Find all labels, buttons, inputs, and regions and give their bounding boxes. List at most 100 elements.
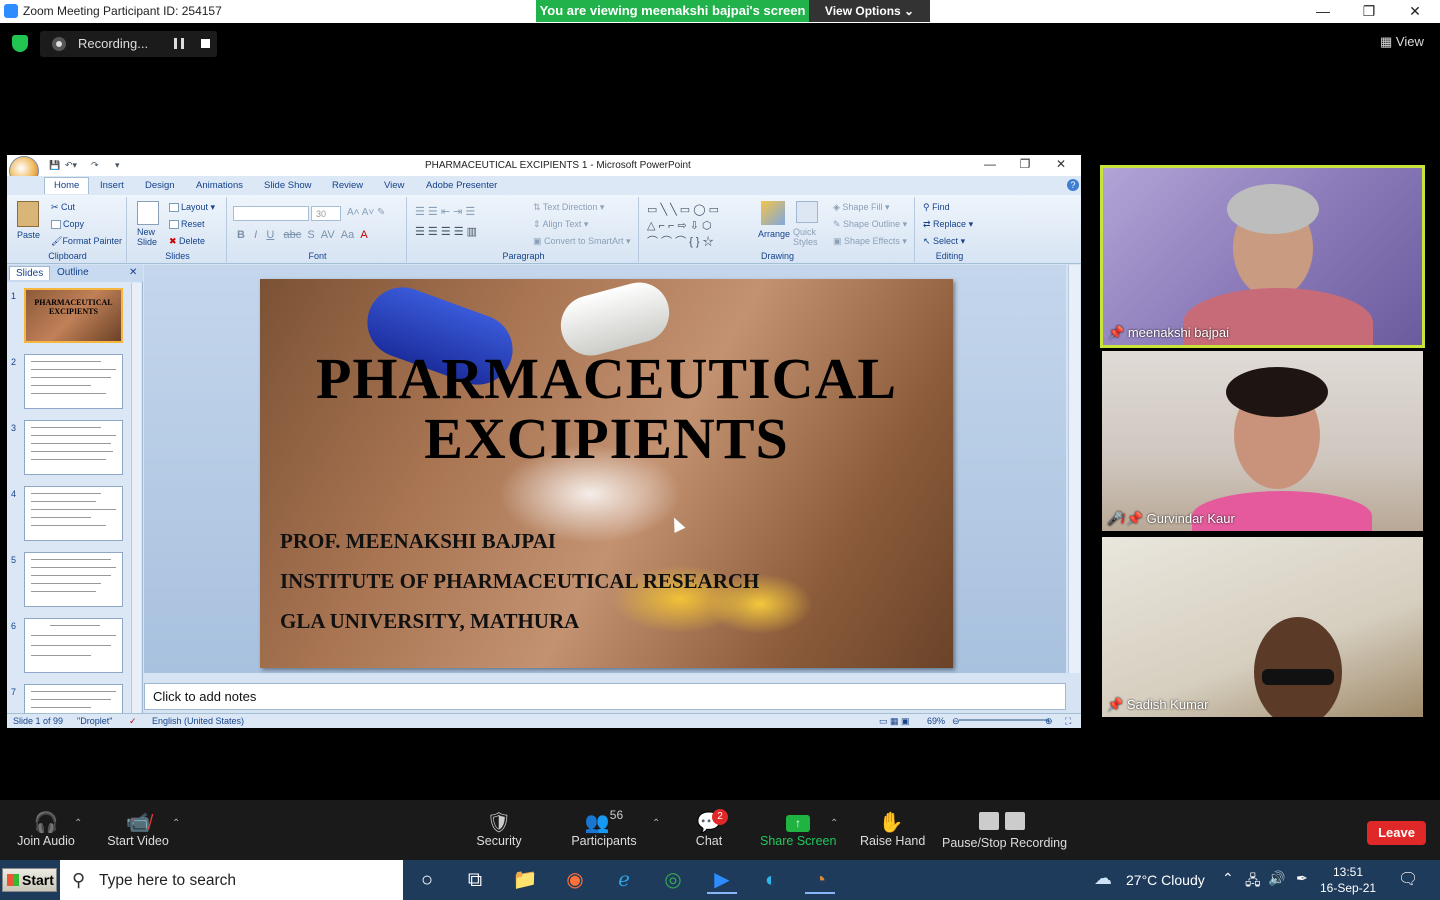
tab-home[interactable]: Home	[44, 177, 90, 194]
slide-thumbnail-7[interactable]	[24, 684, 123, 714]
zoom-out-icon[interactable]: ⊖	[952, 716, 960, 727]
chrome-icon[interactable]: ◎	[658, 866, 688, 894]
internet-explorer-icon[interactable]: ℯ	[609, 866, 639, 894]
tab-review[interactable]: Review	[332, 180, 363, 191]
maximize-button[interactable]: ❐	[1346, 1, 1392, 22]
arrange-icon[interactable]	[761, 201, 785, 225]
shape-fill-button[interactable]: ◈ Shape Fill ▾	[833, 202, 889, 213]
tab-insert[interactable]: Insert	[100, 180, 124, 191]
paste-icon[interactable]	[17, 201, 39, 227]
zoom-taskbar-icon[interactable]: ▶	[707, 866, 737, 894]
tab-slide-show[interactable]: Slide Show	[264, 180, 312, 191]
join-audio-button[interactable]: 🎧 Join Audio	[15, 800, 77, 848]
video-options-chevron-icon[interactable]: ⌃	[172, 818, 180, 829]
slide-institute[interactable]: INSTITUTE OF PHARMACEUTICAL RESEARCH	[280, 569, 759, 594]
stop-recording-icon[interactable]	[201, 39, 210, 48]
shape-outline-button[interactable]: ✎ Shape Outline ▾	[833, 219, 907, 230]
help-icon[interactable]: ?	[1067, 179, 1079, 191]
find-button[interactable]: ⚲ Find	[923, 202, 950, 213]
participant-video-1[interactable]: 📌 meenakshi bajpai	[1100, 165, 1425, 348]
slide-thumbnail-2[interactable]	[24, 354, 123, 409]
ppt-minimize-button[interactable]: —	[975, 157, 1005, 171]
slide-university[interactable]: GLA UNIVERSITY, MATHURA	[280, 609, 579, 634]
file-explorer-icon[interactable]: 📁	[510, 866, 540, 894]
font-format-icons[interactable]: B I U abc S AV Aa A	[237, 229, 368, 241]
align-text-button[interactable]: ⇕ Align Text ▾	[533, 219, 588, 230]
quick-styles-icon[interactable]	[796, 201, 818, 223]
ppt-restore-button[interactable]: ❐	[1010, 157, 1040, 171]
leave-button[interactable]: Leave	[1367, 821, 1426, 845]
view-options-button[interactable]: View Options ⌄	[809, 0, 930, 22]
copy-button[interactable]: Copy	[51, 219, 84, 230]
new-slide-icon[interactable]	[137, 201, 159, 225]
encryption-shield-icon[interactable]	[12, 35, 28, 52]
slides-pane-scrollbar[interactable]	[131, 283, 141, 713]
tab-animations[interactable]: Animations	[196, 180, 243, 191]
quick-styles-button[interactable]: Quick Styles	[793, 227, 821, 247]
tab-view[interactable]: View	[384, 180, 404, 191]
firefox-icon[interactable]: ◉	[560, 866, 590, 894]
volume-icon[interactable]: 🔊	[1268, 870, 1285, 887]
slide-thumbnail-6[interactable]	[24, 618, 123, 673]
align-icons[interactable]: ☰ ☰ ☰ ☰ ▥	[415, 225, 477, 238]
slide-thumbnail-3[interactable]	[24, 420, 123, 475]
pen-icon[interactable]: ✒	[1296, 870, 1308, 887]
convert-smartart-button[interactable]: ▣ Convert to SmartArt ▾	[533, 236, 631, 247]
tab-adobe-presenter[interactable]: Adobe Presenter	[426, 180, 497, 191]
audio-options-chevron-icon[interactable]: ⌃	[74, 818, 82, 829]
pause-stop-recording-button[interactable]: Pause/Stop Recording	[942, 800, 1067, 850]
powerpoint-taskbar-icon[interactable]: ◔	[805, 866, 835, 894]
weather-cloud-icon[interactable]: ☁	[1094, 868, 1112, 889]
cortana-icon[interactable]: ○	[412, 866, 442, 894]
list-icons[interactable]: ☰ ☰ ⇤ ⇥ ☰	[415, 205, 475, 218]
taskbar-search-box[interactable]: ⚲ Type here to search	[60, 860, 403, 900]
zoom-in-icon[interactable]: ⊕	[1045, 716, 1053, 727]
redo-icon[interactable]: ↷	[91, 160, 99, 171]
notifications-icon[interactable]: 🗨	[1398, 869, 1418, 889]
participant-video-3[interactable]: 📌 Sadish Kumar	[1102, 537, 1423, 717]
tab-outline[interactable]: Outline	[57, 267, 89, 278]
slide-title[interactable]: PHARMACEUTICAL EXCIPIENTS	[260, 349, 953, 469]
start-video-button[interactable]: 📹̸ Start Video	[107, 800, 169, 848]
taskbar-clock[interactable]: 13:51 16-Sep-21	[1320, 864, 1376, 896]
zoom-level[interactable]: 69%	[927, 716, 945, 726]
close-button[interactable]: ✕	[1392, 1, 1438, 22]
format-painter-button[interactable]: 🖌Format Painter	[51, 236, 122, 247]
view-mode-icons[interactable]: ▭ ▦ ▣	[879, 716, 910, 727]
undo-icon[interactable]: ↶▾	[65, 160, 77, 171]
participants-button[interactable]: 👥56 Participants	[571, 800, 637, 848]
slide-author[interactable]: PROF. MEENAKSHI BAJPAI	[280, 529, 556, 554]
participant-video-2[interactable]: 🎤̸ 📌 Gurvindar Kaur	[1102, 351, 1423, 531]
weather-text[interactable]: 27°C Cloudy	[1126, 872, 1205, 888]
arrange-button[interactable]: Arrange	[758, 229, 790, 239]
network-icon[interactable]: 🖧	[1245, 870, 1261, 894]
tray-chevron-icon[interactable]: ⌃	[1222, 870, 1234, 887]
font-size-input[interactable]: 30	[311, 206, 341, 221]
close-pane-icon[interactable]: ✕	[129, 267, 137, 278]
slide-thumbnail-4[interactable]	[24, 486, 123, 541]
security-button[interactable]: 🛡 Security	[474, 800, 524, 848]
language-indicator[interactable]: English (United States)	[152, 716, 244, 726]
notes-field[interactable]: Click to add notes	[144, 683, 1066, 710]
slide-thumbnail-5[interactable]	[24, 552, 123, 607]
participants-options-chevron-icon[interactable]: ⌃	[652, 818, 660, 829]
ppt-close-button[interactable]: ✕	[1046, 157, 1076, 171]
zoom-slider[interactable]	[959, 719, 1049, 721]
pause-recording-icon[interactable]	[174, 38, 184, 49]
paste-button[interactable]: Paste	[17, 230, 40, 240]
save-icon[interactable]: 💾	[49, 160, 60, 171]
tab-slides[interactable]: Slides	[9, 266, 51, 280]
shapes-gallery[interactable]: ▭ ╲ ╲ ▭ ◯ ▭ △ ⌐ ⌐ ⇨ ⇩ ⬡ ⌒ ⌒ ⌒ { } ☆	[647, 202, 719, 250]
current-slide[interactable]: PHARMACEUTICAL EXCIPIENTS PROF. MEENAKSH…	[260, 279, 953, 668]
fit-window-icon[interactable]: ⛶	[1065, 716, 1071, 727]
slide-thumbnail-1[interactable]: PHARMACEUTICAL EXCIPIENTS	[24, 288, 123, 343]
select-button[interactable]: ↖ Select ▾	[923, 236, 965, 247]
view-button[interactable]: ▦ View	[1380, 34, 1424, 50]
replace-button[interactable]: ⇄ Replace ▾	[923, 219, 973, 230]
start-button[interactable]: Start	[2, 868, 57, 892]
raise-hand-button[interactable]: ✋ Raise Hand	[860, 800, 925, 848]
customize-qat-icon[interactable]: ▾	[115, 160, 120, 171]
text-direction-button[interactable]: ⇅ Text Direction ▾	[533, 202, 604, 213]
share-screen-button[interactable]: ↑ Share Screen	[760, 800, 836, 848]
layout-button[interactable]: Layout ▾	[169, 202, 215, 213]
